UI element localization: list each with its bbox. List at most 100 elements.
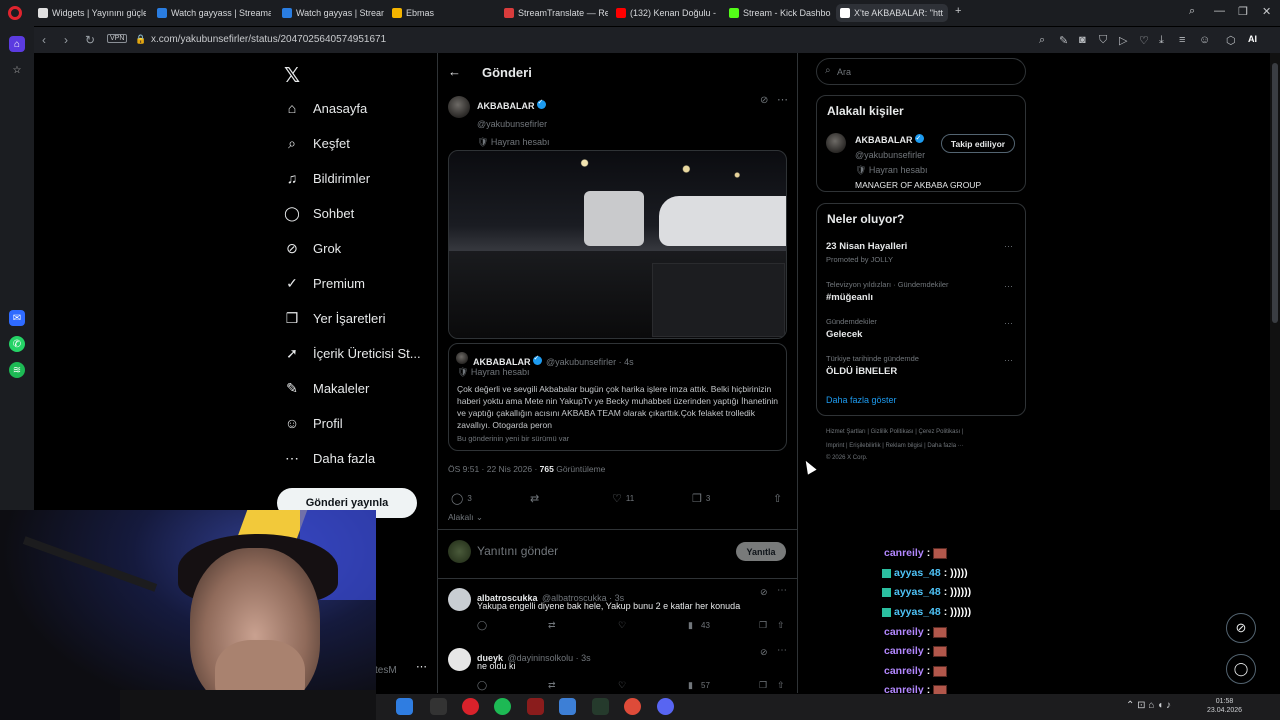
- comment-avatar[interactable]: [448, 648, 471, 671]
- grok-icon[interactable]: ⊘: [760, 647, 768, 658]
- nav-item-8[interactable]: ➚ İçerik Üreticisi St...: [284, 341, 421, 365]
- nav-item-2[interactable]: ⌕ Keşfet: [284, 131, 350, 155]
- trend-name[interactable]: #müğeanlı: [826, 292, 873, 303]
- profile-icon[interactable]: ☺: [1199, 34, 1210, 46]
- following-button[interactable]: Takip ediliyor: [941, 134, 1015, 153]
- trend-more-icon[interactable]: ···: [1004, 281, 1013, 291]
- forward-icon[interactable]: ›: [64, 33, 68, 47]
- share-action[interactable]: ⇧: [773, 492, 782, 505]
- bookmark-icon[interactable]: ❒: [759, 620, 767, 631]
- play-icon[interactable]: ▷: [1119, 34, 1127, 47]
- chat-username[interactable]: ayyas_48: [894, 606, 941, 618]
- chat-username[interactable]: ayyas_48: [894, 567, 941, 579]
- shield-icon[interactable]: ⛉: [1099, 34, 1107, 47]
- tab-1[interactable]: Widgets | Yayınını güçlend: [34, 4, 146, 22]
- grok-icon[interactable]: ⊘: [760, 587, 768, 598]
- trend-name[interactable]: 23 Nisan Hayalleri: [826, 241, 907, 252]
- quoted-post[interactable]: AKBABALAR @yakubunsefirler · 4s 🛡 Hayran…: [448, 343, 787, 451]
- post-more-icon[interactable]: ⋯: [777, 93, 788, 106]
- comment-more-icon[interactable]: ⋯: [777, 585, 787, 596]
- ai-button[interactable]: AI: [1248, 34, 1257, 44]
- reply-input[interactable]: Yanıtını gönder: [477, 544, 558, 558]
- nav-item-10[interactable]: ☺ Profil: [284, 411, 343, 435]
- author-block[interactable]: AKBABALAR @yakubunsefirler 🛡 Hayran hesa…: [477, 96, 549, 150]
- reply-icon[interactable]: ◯: [477, 620, 487, 631]
- tab-6[interactable]: (132) Kenan Doğulu -: [612, 4, 720, 22]
- messenger-icon[interactable]: ✉: [9, 310, 25, 326]
- heart-icon[interactable]: ♡: [618, 620, 626, 631]
- clock[interactable]: 01:58 23.04.2026: [1207, 697, 1242, 715]
- app-icon-blue[interactable]: [559, 698, 576, 715]
- app-icon-green[interactable]: [592, 698, 609, 715]
- trend-more-icon[interactable]: ···: [1004, 355, 1013, 365]
- comment-more-icon[interactable]: ⋯: [777, 645, 787, 656]
- author-avatar[interactable]: [448, 96, 470, 118]
- nav-item-9[interactable]: ✎ Makaleler: [284, 376, 369, 400]
- footer-line-1[interactable]: Hizmet Şartları | Gizlilik Politikası | …: [826, 429, 963, 435]
- post-video[interactable]: [448, 150, 787, 339]
- related-name[interactable]: AKBABALAR: [855, 135, 913, 145]
- home-icon[interactable]: ⌂: [9, 36, 25, 52]
- quote-version-note[interactable]: Bu gönderinin yeni bir sürümü var: [457, 434, 569, 443]
- chrome-icon[interactable]: [624, 698, 641, 715]
- heart-icon[interactable]: ♡: [1139, 34, 1149, 47]
- nav-item-4[interactable]: ◯ Sohbet: [284, 201, 354, 225]
- vpn-badge[interactable]: VPN: [107, 34, 128, 43]
- lock-icon[interactable]: 🔒: [135, 34, 146, 45]
- account-more-icon[interactable]: ⋯: [416, 660, 427, 673]
- tab-5[interactable]: StreamTranslate — Real-T: [500, 4, 608, 22]
- author-handle[interactable]: @yakubunsefirler: [477, 119, 547, 129]
- retweet-icon[interactable]: ⇄: [548, 620, 556, 631]
- nav-item-11[interactable]: ⋯ Daha fazla: [284, 446, 375, 470]
- extensions-icon[interactable]: ⬡: [1226, 34, 1236, 47]
- heart-icon[interactable]: ♡: [618, 680, 626, 691]
- nav-item-6[interactable]: ✓ Premium: [284, 271, 365, 295]
- menu-icon[interactable]: ≡: [1179, 34, 1185, 46]
- app-icon-red[interactable]: [527, 698, 544, 715]
- trend-name[interactable]: Gelecek: [826, 329, 862, 340]
- author-name[interactable]: AKBABALAR: [477, 101, 535, 111]
- chat-username[interactable]: canreily: [884, 626, 924, 638]
- spotify-taskbar-icon[interactable]: [494, 698, 511, 715]
- reply-action[interactable]: ◯ 3: [451, 492, 472, 505]
- maximize-icon[interactable]: ❐: [1238, 5, 1248, 18]
- related-handle[interactable]: @yakubunsefirler: [855, 150, 925, 160]
- spotify-icon[interactable]: ≋: [9, 362, 25, 378]
- new-tab-icon[interactable]: +: [955, 5, 961, 17]
- discord-icon[interactable]: [657, 698, 674, 715]
- trend-more-icon[interactable]: ···: [1004, 318, 1013, 328]
- bookmark-icon[interactable]: ❒: [759, 680, 767, 691]
- camera-icon[interactable]: ◙: [1079, 34, 1086, 46]
- messages-fab-icon[interactable]: ◯: [1226, 654, 1256, 684]
- tab-2[interactable]: Watch gayyass | Streamab: [153, 4, 271, 22]
- views-icon[interactable]: ▮: [688, 680, 693, 691]
- nav-item-3[interactable]: ♫ Bildirimler: [284, 166, 370, 190]
- trend-name[interactable]: ÖLDÜ İBNELER: [826, 366, 897, 377]
- whatsapp-icon[interactable]: ✆: [9, 336, 25, 352]
- scrollbar-thumb[interactable]: [1272, 63, 1278, 323]
- my-avatar[interactable]: [448, 540, 471, 563]
- obs-icon[interactable]: [430, 698, 447, 715]
- footer-line-2[interactable]: Imprint | Erişilebilirlik | Reklam bilgi…: [826, 443, 964, 449]
- show-more-link[interactable]: Daha fazla göster: [826, 395, 897, 405]
- grok-icon[interactable]: ⊘: [760, 95, 768, 106]
- tab-4[interactable]: Ebmas: [388, 4, 448, 22]
- search-tabs-icon[interactable]: ⌕: [1189, 5, 1195, 18]
- trend-more-icon[interactable]: ···: [1004, 241, 1013, 251]
- edit-icon[interactable]: ✎: [1059, 34, 1068, 47]
- retweet-icon[interactable]: ⇄: [548, 680, 556, 691]
- star-icon[interactable]: ☆: [9, 62, 25, 78]
- url-field[interactable]: x.com/yakubunsefirler/status/20470256405…: [151, 34, 386, 45]
- post-time[interactable]: ÖS 9:51 · 22 Nis 2026 ·: [448, 464, 537, 474]
- x-logo-icon[interactable]: 𝕏: [284, 63, 300, 87]
- opera-taskbar-icon[interactable]: [462, 698, 479, 715]
- bookmark-action[interactable]: ❒ 3: [692, 492, 710, 505]
- close-window-icon[interactable]: ✕: [1262, 5, 1271, 18]
- tray-icons[interactable]: ⌃ ⊡ ⌂ ◖ ♪: [1126, 700, 1171, 711]
- search-page-icon[interactable]: ⌕: [1039, 34, 1045, 47]
- nav-item-5[interactable]: ⊘ Grok: [284, 236, 341, 260]
- chat-username[interactable]: canreily: [884, 547, 924, 559]
- reload-icon[interactable]: ↻: [85, 33, 95, 47]
- nav-item-7[interactable]: ❒ Yer İşaretleri: [284, 306, 386, 330]
- files-icon[interactable]: [396, 698, 413, 715]
